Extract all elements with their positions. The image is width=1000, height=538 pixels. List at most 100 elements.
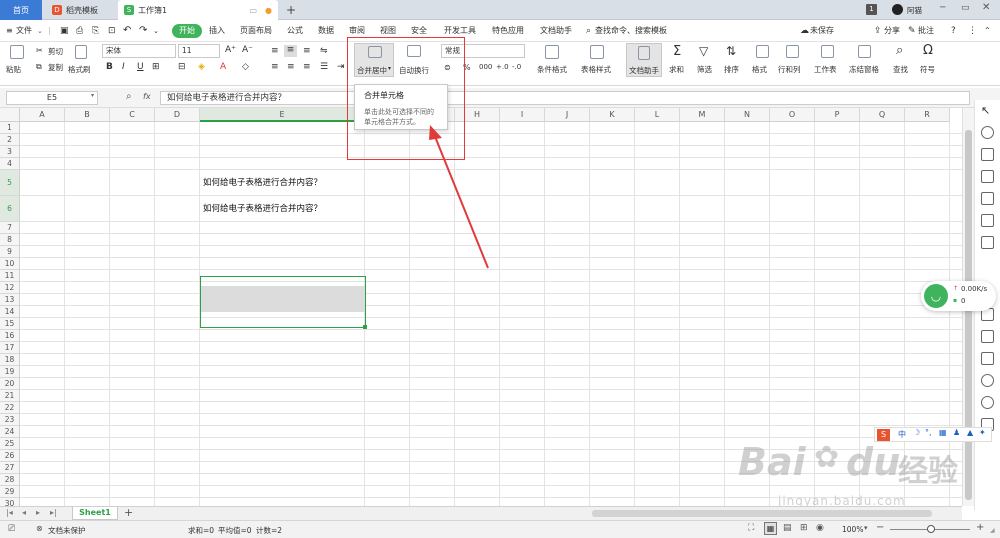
zoom-dropdown-icon[interactable]: ▾ — [864, 524, 868, 532]
format-button[interactable]: 格式 — [752, 64, 767, 75]
table-style-icon[interactable] — [590, 45, 604, 59]
column-header-j[interactable]: J — [545, 108, 590, 122]
export-icon[interactable]: ⎙ — [76, 24, 83, 38]
more-options-icon[interactable]: ⋮ — [968, 24, 977, 38]
menu-doc-helper[interactable]: 文档助手 — [540, 24, 572, 38]
doc-helper-button[interactable]: 文档助手 — [626, 43, 662, 77]
row-header-2[interactable]: 2 — [0, 134, 20, 146]
cut-button[interactable]: 剪切 — [48, 46, 63, 57]
cell-e6[interactable]: 如何给电子表格进行合并内容？ — [203, 202, 322, 214]
row-header-18[interactable]: 18 — [0, 354, 20, 366]
fullscreen-icon[interactable]: ⛶ — [748, 523, 754, 533]
row-header-26[interactable]: 26 — [0, 450, 20, 462]
paste-icon[interactable] — [10, 45, 24, 59]
menu-data[interactable]: 数据 — [318, 24, 334, 38]
chart-icon[interactable] — [981, 330, 994, 343]
menu-start[interactable]: 开始 — [172, 24, 202, 38]
quick-access-dropdown-icon[interactable]: ⌄ — [153, 24, 159, 38]
horizontal-scroll-thumb[interactable] — [592, 510, 932, 517]
prev-sheet-icon[interactable]: ◂ — [22, 508, 26, 517]
row-header-25[interactable]: 25 — [0, 438, 20, 450]
worksheet-button[interactable]: 工作表 — [814, 64, 837, 75]
row-header-11[interactable]: 11 — [0, 270, 20, 282]
ime-skin-icon[interactable]: ▲ — [967, 428, 973, 437]
column-header-n[interactable]: N — [725, 108, 770, 122]
tab-home[interactable]: 首页 — [0, 0, 42, 20]
column-header-q[interactable]: Q — [860, 108, 905, 122]
protect-status[interactable]: 文档未保护 — [48, 525, 86, 536]
orientation-icon[interactable]: ⇋ — [320, 46, 328, 56]
bucket-icon[interactable] — [981, 148, 994, 161]
format-painter-button[interactable]: 格式刷 — [68, 64, 91, 75]
zoom-in-icon[interactable]: + — [976, 522, 984, 533]
font-family-select[interactable]: 宋体 — [102, 44, 176, 58]
image-icon[interactable] — [981, 352, 994, 365]
ime-moon-icon[interactable]: ☽ — [913, 428, 920, 437]
clear-format-icon[interactable]: ◇ — [242, 62, 249, 72]
zoom-out-icon[interactable]: − — [876, 522, 884, 533]
menu-review[interactable]: 审阅 — [349, 24, 365, 38]
search-icon[interactable]: ⌕ — [586, 24, 591, 38]
table-icon[interactable] — [981, 214, 994, 227]
reading-view-icon[interactable]: ◉ — [816, 523, 824, 533]
tab-template[interactable]: D 稻壳模板 — [44, 0, 116, 20]
ime-user-icon[interactable]: ♟ — [953, 428, 960, 437]
column-header-d[interactable]: D — [155, 108, 200, 122]
decrease-decimal-icon[interactable]: -.0 — [512, 63, 521, 71]
share-button[interactable]: 分享 — [884, 24, 900, 38]
menu-file[interactable]: 文件 — [16, 24, 32, 38]
user-name[interactable]: 阿猫 — [907, 5, 922, 16]
align-center-icon[interactable]: ≡ — [287, 62, 295, 72]
row-header-22[interactable]: 22 — [0, 402, 20, 414]
row-header-16[interactable]: 16 — [0, 330, 20, 342]
column-header-c[interactable]: C — [110, 108, 155, 122]
sort-button[interactable]: 排序 — [724, 64, 739, 75]
row-col-button[interactable]: 行和列 — [778, 64, 801, 75]
merge-style-icon[interactable]: ⊟ — [178, 62, 186, 72]
last-sheet-icon[interactable]: ▸| — [50, 508, 57, 517]
row-header-20[interactable]: 20 — [0, 378, 20, 390]
menu-formula[interactable]: 公式 — [287, 24, 303, 38]
resize-grip-icon[interactable]: ◢ — [990, 527, 995, 534]
indent-icon[interactable]: ⇥ — [337, 62, 345, 72]
row-header-14[interactable]: 14 — [0, 306, 20, 318]
row-header-27[interactable]: 27 — [0, 462, 20, 474]
cell-e5[interactable]: 如何给电子表格进行合并内容？ — [203, 176, 322, 188]
row-header-23[interactable]: 23 — [0, 414, 20, 426]
row-header-9[interactable]: 9 — [0, 246, 20, 258]
shrink-font-icon[interactable]: A⁻ — [242, 45, 253, 55]
pointer-icon[interactable]: ↖ — [981, 104, 990, 117]
first-sheet-icon[interactable]: |◂ — [6, 508, 13, 517]
column-header-m[interactable]: M — [680, 108, 725, 122]
row-header-13[interactable]: 13 — [0, 294, 20, 306]
column-header-o[interactable]: O — [770, 108, 815, 122]
format-painter-icon[interactable] — [75, 45, 87, 59]
menu-icon[interactable]: ≡ — [6, 24, 13, 38]
row-header-1[interactable]: 1 — [0, 122, 20, 134]
redo-icon[interactable]: ↷ — [139, 24, 147, 38]
ime-keyboard-icon[interactable]: ▦ — [939, 428, 947, 437]
navigate-icon[interactable] — [981, 374, 994, 387]
row-header-28[interactable]: 28 — [0, 474, 20, 486]
sum-button[interactable]: 求和 — [669, 64, 684, 75]
minimize-icon[interactable]: ─ — [940, 3, 945, 13]
menu-page-layout[interactable]: 页面布局 — [240, 24, 272, 38]
menu-insert[interactable]: 插入 — [209, 24, 225, 38]
menu-special[interactable]: 特色应用 — [492, 24, 524, 38]
maximize-icon[interactable]: ▭ — [961, 3, 970, 13]
help-button[interactable]: ? — [951, 24, 956, 38]
name-box[interactable]: E5 — [6, 91, 98, 105]
align-middle-icon[interactable]: ≡ — [284, 45, 297, 57]
freeze-panes-button[interactable]: 冻结窗格 — [849, 64, 879, 75]
select-all-corner[interactable] — [0, 108, 20, 122]
zoom-level[interactable]: 100% — [842, 525, 863, 534]
filter-button[interactable]: 筛选 — [697, 64, 712, 75]
thousands-icon[interactable]: 000 — [479, 63, 492, 71]
column-header-e[interactable]: E — [200, 108, 365, 122]
name-box-dropdown-icon[interactable]: ▾ — [91, 92, 94, 99]
row-header-30[interactable]: 30 — [0, 498, 20, 506]
row-header-8[interactable]: 8 — [0, 234, 20, 246]
increase-decimal-icon[interactable]: +.0 — [496, 63, 509, 71]
column-header-p[interactable]: P — [815, 108, 860, 122]
grow-font-icon[interactable]: A⁺ — [225, 45, 236, 55]
